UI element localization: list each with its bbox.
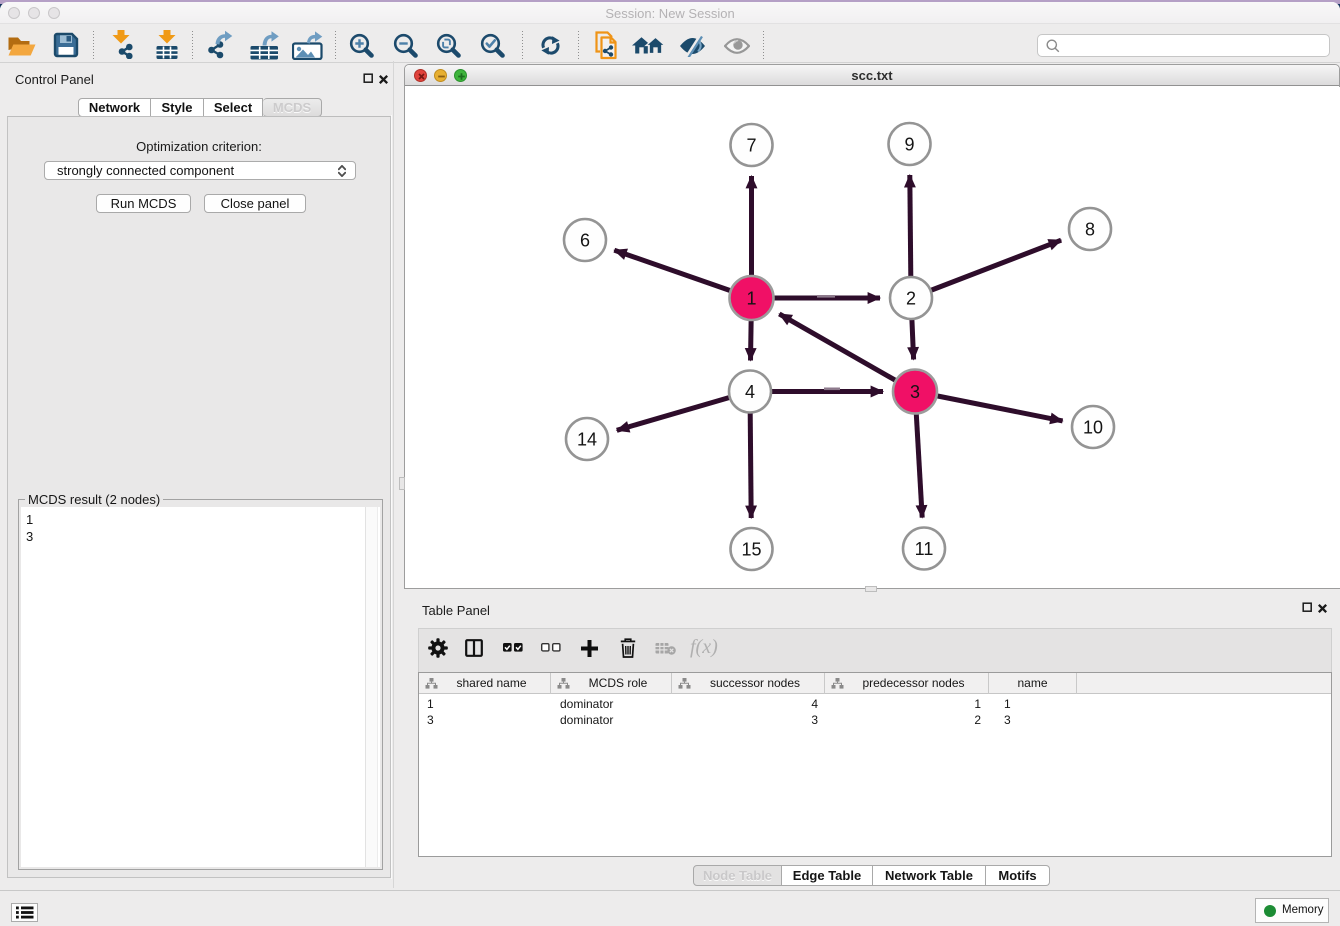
svg-text:9: 9 (904, 134, 914, 154)
svg-text:15: 15 (741, 539, 761, 559)
svg-text:14: 14 (577, 429, 597, 449)
svg-text:1: 1 (746, 288, 756, 308)
svg-text:4: 4 (745, 382, 755, 402)
svg-text:3: 3 (910, 382, 920, 402)
svg-text:2: 2 (906, 288, 916, 308)
svg-text:6: 6 (580, 230, 590, 250)
svg-text:10: 10 (1083, 417, 1103, 437)
svg-text:8: 8 (1085, 219, 1095, 239)
svg-text:7: 7 (746, 135, 756, 155)
svg-text:11: 11 (915, 539, 934, 559)
